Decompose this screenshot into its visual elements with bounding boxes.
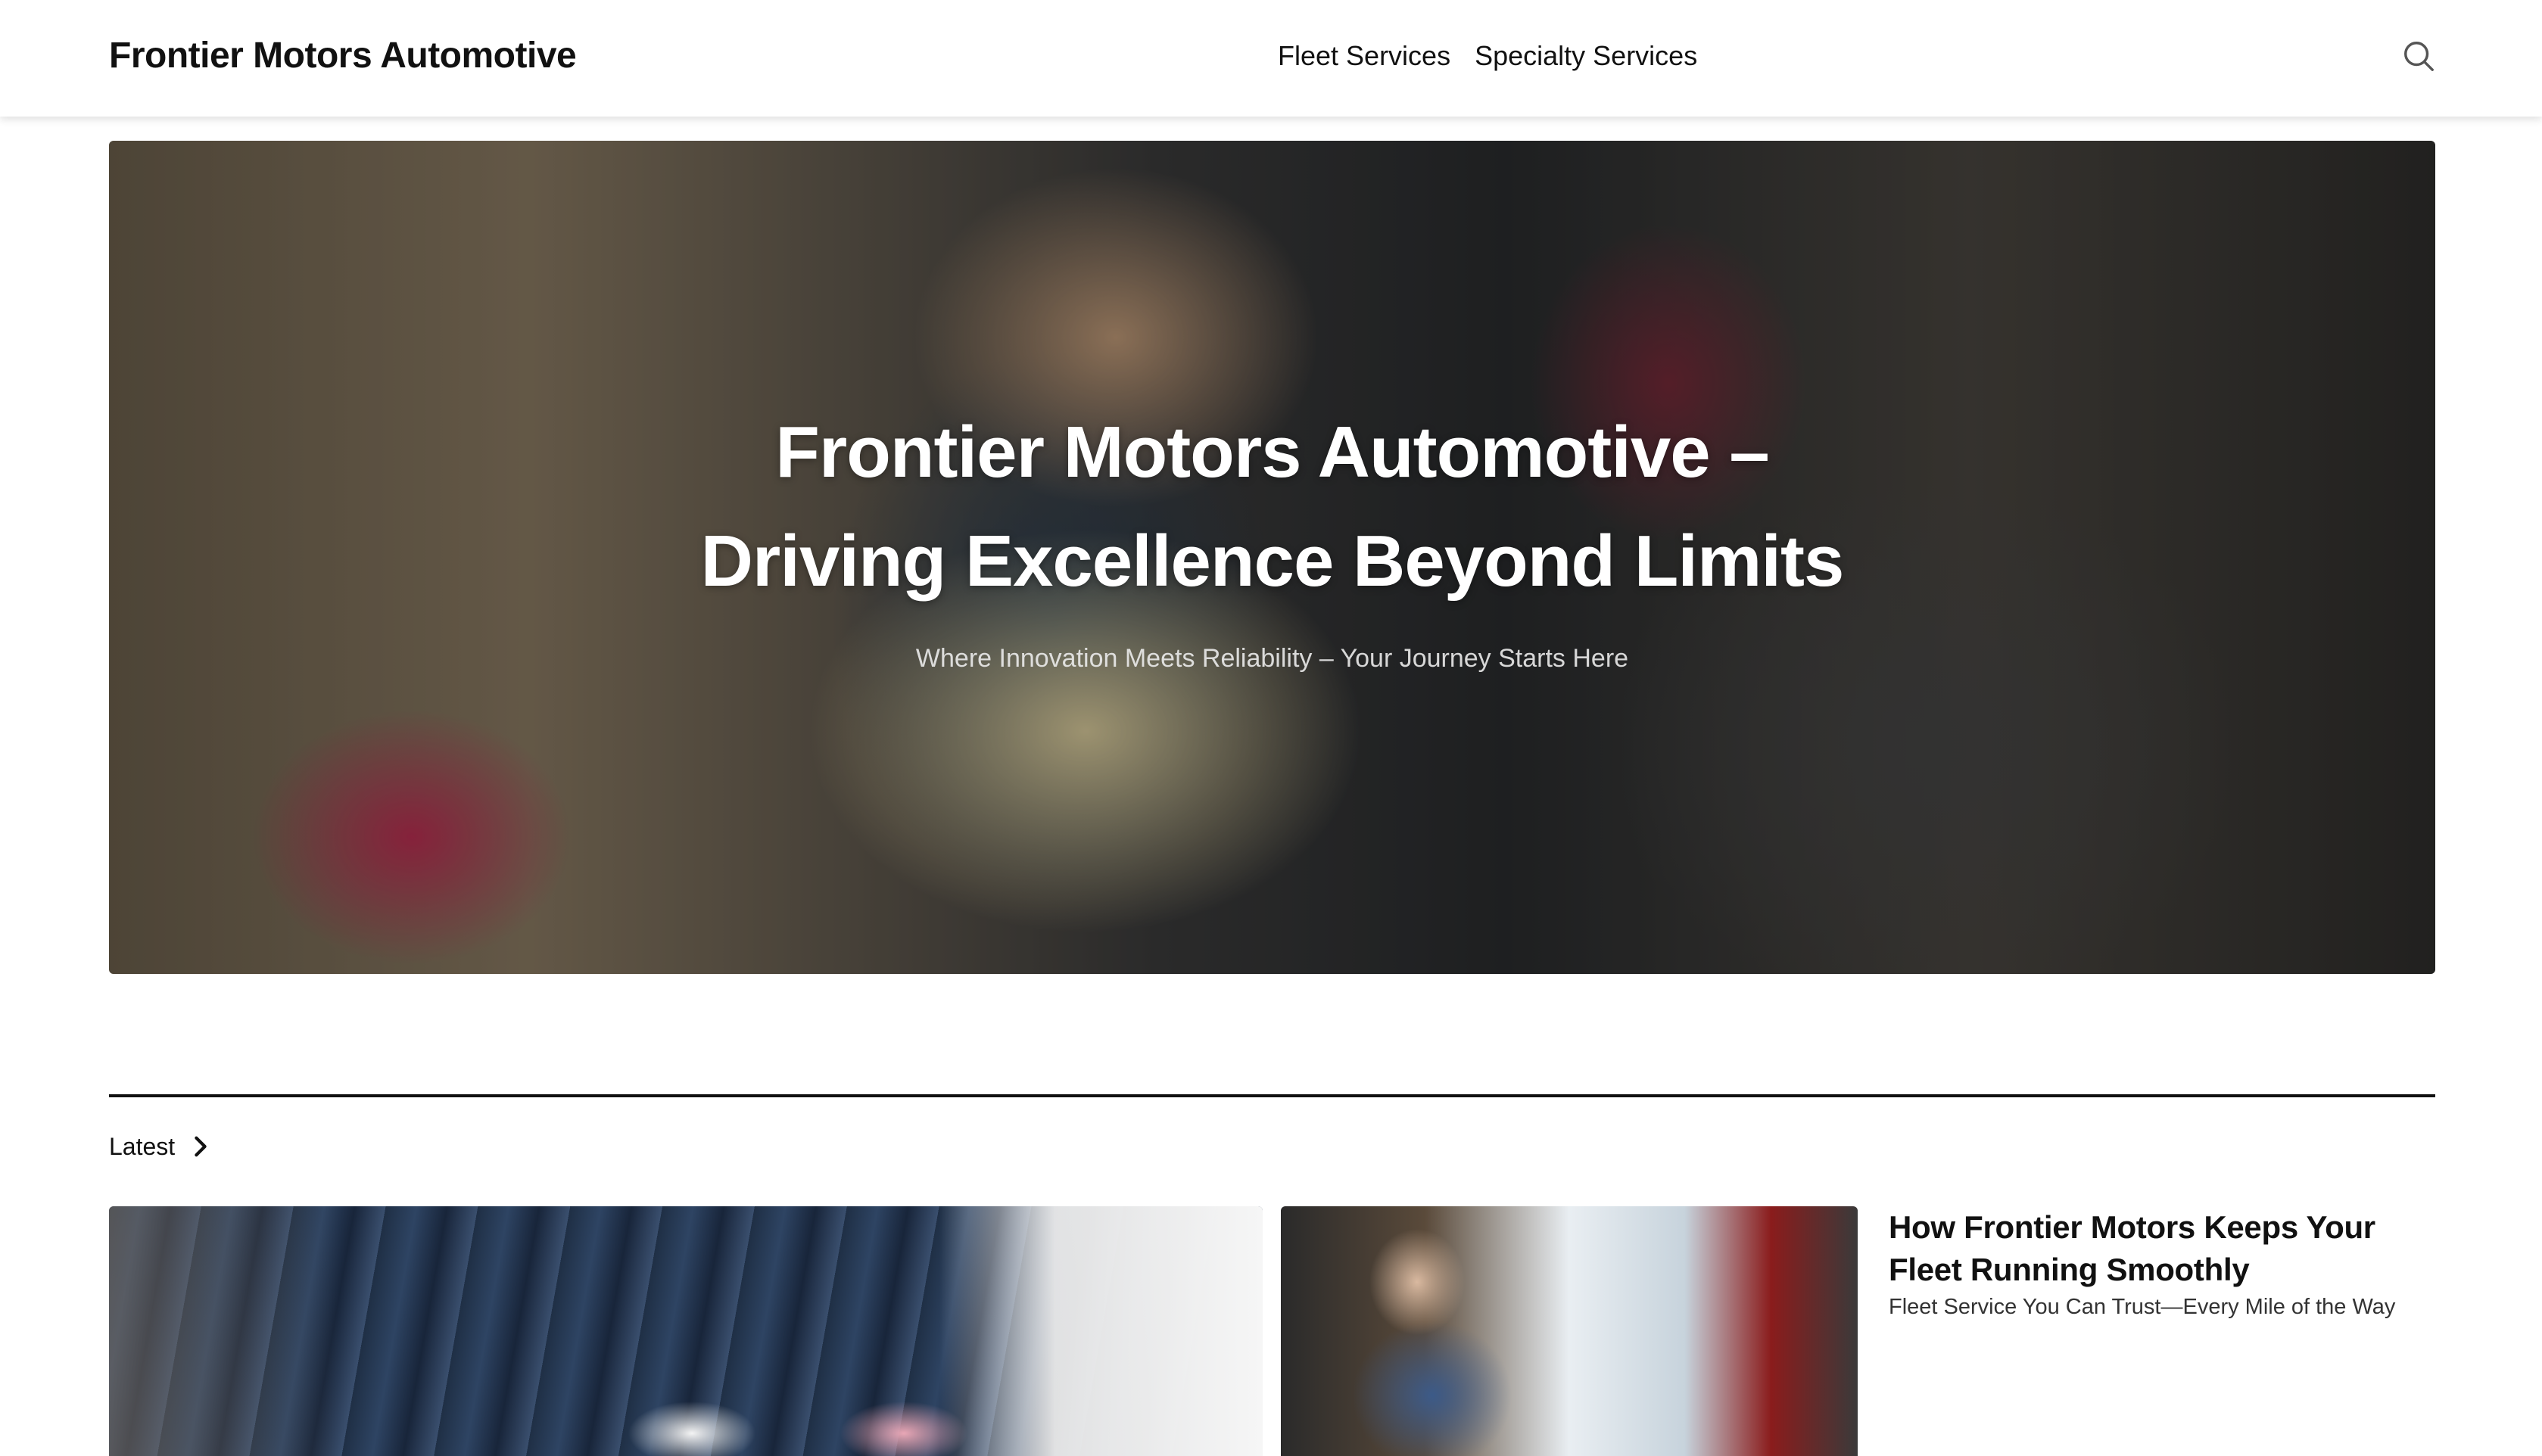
post-title[interactable]: How Frontier Motors Keeps Your Fleet Run… xyxy=(1889,1206,2434,1291)
search-icon xyxy=(2404,42,2434,71)
search-button[interactable] xyxy=(2396,33,2441,79)
site-title[interactable]: Frontier Motors Automotive xyxy=(109,33,577,79)
hero-text: Frontier Motors Automotive – Driving Exc… xyxy=(109,398,2435,675)
hero-title: Frontier Motors Automotive – Driving Exc… xyxy=(700,412,1845,602)
chevron-right-icon xyxy=(195,1136,207,1157)
primary-nav: Fleet Services Specialty Services xyxy=(1278,33,1697,79)
site-header: Frontier Motors Automotive Fleet Service… xyxy=(0,0,2542,117)
latest-label: Latest xyxy=(109,1133,176,1160)
post-excerpt: Fleet Service You Can Trust—Every Mile o… xyxy=(1889,1295,2396,1319)
latest-link[interactable]: Latest xyxy=(109,1128,210,1165)
hero-banner: Frontier Motors Automotive – Driving Exc… xyxy=(109,141,2435,974)
nav-item-fleet-services[interactable]: Fleet Services xyxy=(1278,33,1450,79)
nav-item-specialty-services[interactable]: Specialty Services xyxy=(1475,33,1697,79)
featured-post-image[interactable] xyxy=(109,1206,1263,1456)
hero-subtitle: Where Innovation Meets Reliability – You… xyxy=(915,644,1629,673)
post-image[interactable] xyxy=(1281,1206,1858,1456)
section-divider xyxy=(109,1094,2435,1097)
